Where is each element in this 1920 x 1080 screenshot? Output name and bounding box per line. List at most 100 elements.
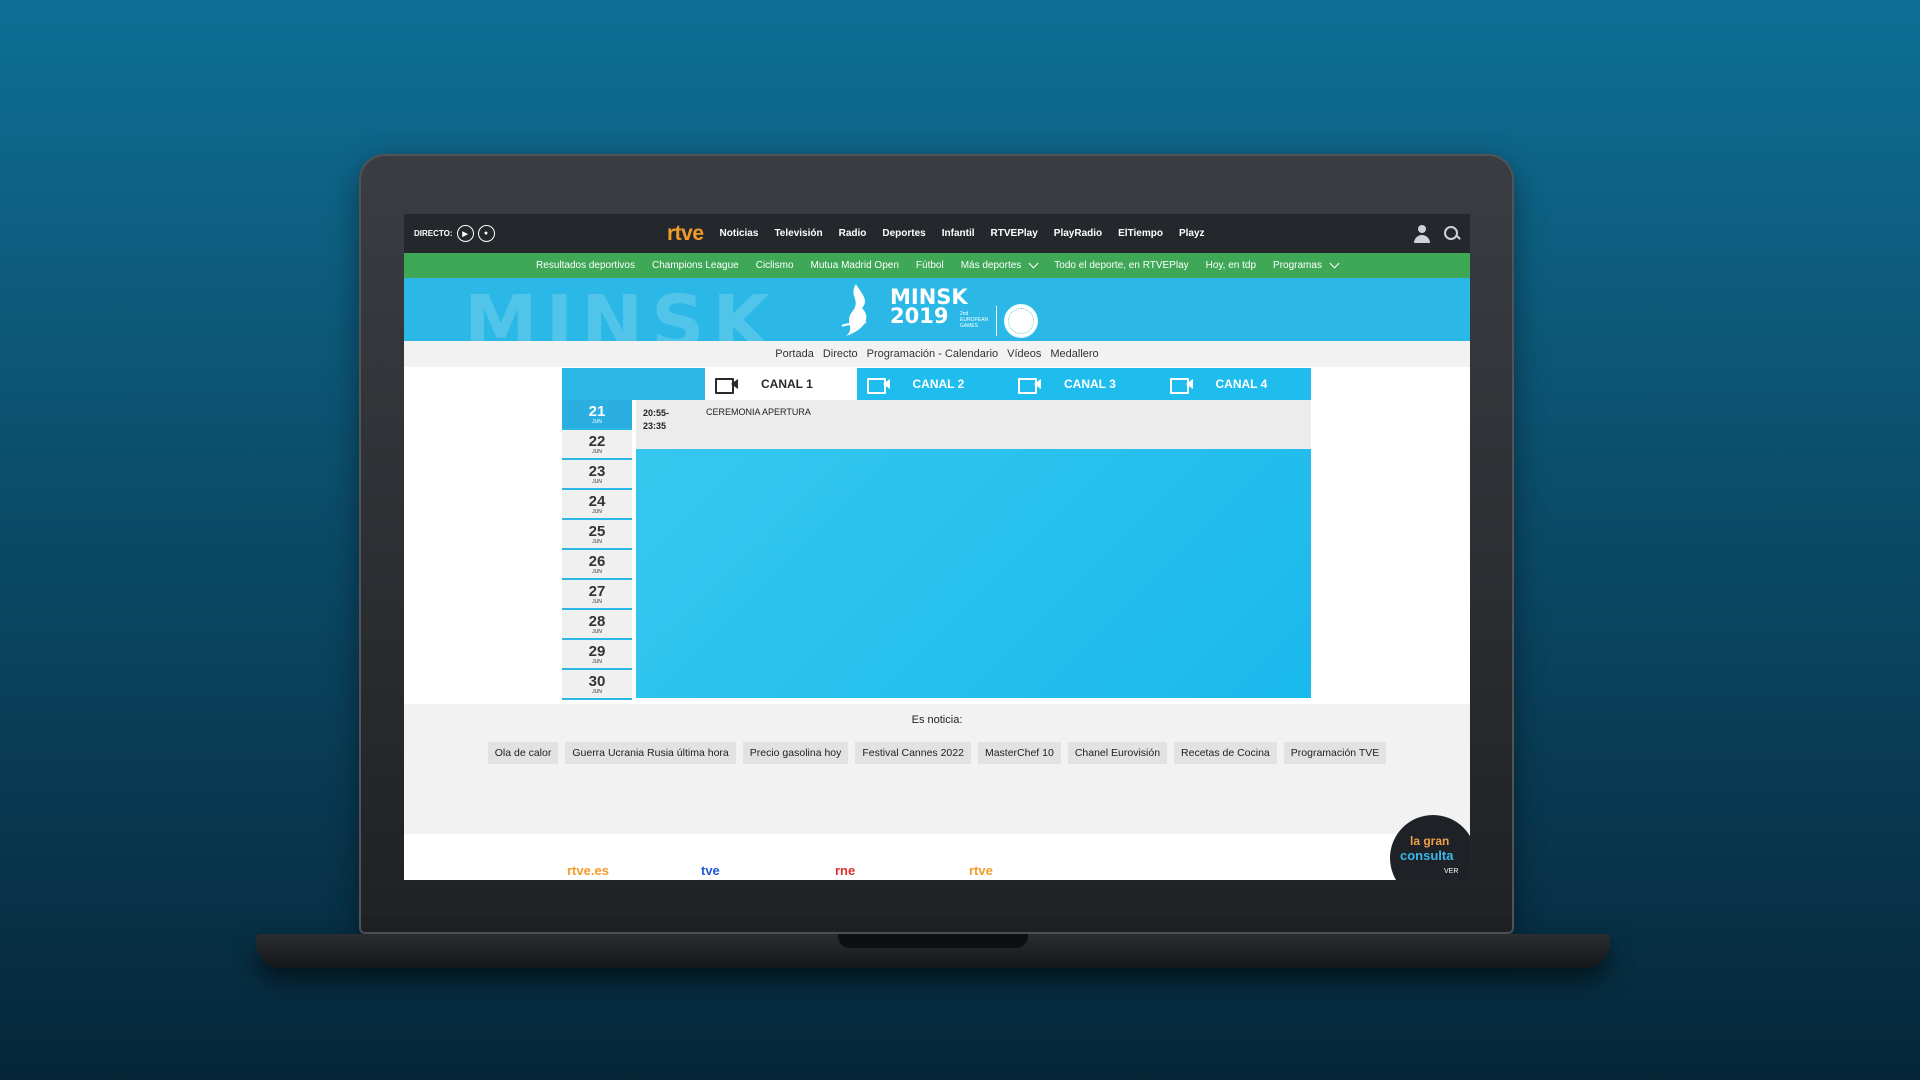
subnav-portada[interactable]: Portada [775, 348, 814, 360]
gnav-label: Hoy, en tdp [1205, 260, 1257, 271]
trending-tag[interactable]: Guerra Ucrania Rusia última hora [565, 742, 736, 764]
day-month: JUN [592, 538, 602, 545]
consulta-line1: la gran [1410, 834, 1450, 848]
footer: rtve.es tve rne rtve [404, 840, 1470, 880]
video-camera-icon [1018, 377, 1042, 394]
day-month: JUN [592, 508, 602, 515]
day-item[interactable]: 21 JUN [562, 400, 632, 430]
tab-canal-1[interactable]: CANAL 1 [705, 368, 857, 400]
time-end: 23:35 [643, 421, 667, 431]
channel-tabs: CANAL 1 CANAL 2 CANAL 3 CANAL 4 [705, 368, 1311, 400]
sub-line: GAMES [960, 323, 979, 329]
day-item[interactable]: 27 JUN [562, 580, 632, 610]
trending-tag[interactable]: Festival Cannes 2022 [855, 742, 971, 764]
subnav-medallero[interactable]: Medallero [1050, 348, 1098, 360]
day-number: 23 [588, 462, 606, 480]
trending-tag[interactable]: MasterChef 10 [977, 742, 1061, 764]
day-number: 21 [588, 402, 606, 420]
minsk-banner: MINSK MINSK 2019 2nd EUROPEAN GAMES [404, 278, 1470, 341]
footer-logo-rne[interactable]: rne [835, 863, 855, 878]
time-start: 20:55- [643, 408, 670, 418]
screen: DIRECTO: ▶ ● rtve Noticias Televisión Ra… [404, 214, 1470, 880]
sports-subnav: Resultados deportivos Champions League C… [404, 253, 1470, 278]
footer-logo-rtve[interactable]: rtve [969, 863, 993, 878]
gnav-champions[interactable]: Champions League [652, 260, 739, 271]
day-item[interactable]: 26 JUN [562, 550, 632, 580]
video-camera-icon [866, 377, 891, 394]
canal-label: CANAL 1 [761, 377, 813, 391]
day-month: JUN [592, 478, 602, 485]
day-item[interactable]: 22 JUN [562, 430, 632, 460]
chevron-down-icon [1329, 258, 1340, 269]
gnav-label: Fútbol [915, 260, 944, 271]
program-title: CEREMONIA APERTURA [706, 407, 811, 417]
day-month: JUN [592, 598, 602, 605]
volume-icon[interactable]: ● [477, 225, 495, 242]
day-item[interactable]: 25 JUN [562, 520, 632, 550]
day-item[interactable]: 24 JUN [562, 490, 632, 520]
trending-tag[interactable]: Recetas de Cocina [1174, 742, 1277, 764]
gnav-label: Más deportes [960, 260, 1022, 271]
nav-eltiempo[interactable]: ElTiempo [1118, 228, 1163, 239]
nav-playz[interactable]: Playz [1179, 228, 1205, 239]
tab-canal-3[interactable]: CANAL 3 [1008, 368, 1160, 400]
gnav-resultados[interactable]: Resultados deportivos [536, 260, 635, 271]
gnav-ciclismo[interactable]: Ciclismo [756, 260, 794, 271]
day-number: 26 [588, 552, 606, 570]
trending-tag[interactable]: Programación TVE [1283, 742, 1387, 764]
play-icon[interactable]: ▶ [456, 225, 474, 242]
trending-tag[interactable]: Precio gasolina hoy [742, 742, 849, 764]
nav-noticias[interactable]: Noticias [720, 228, 759, 239]
subnav-directo[interactable]: Directo [823, 348, 858, 360]
nav-infantil[interactable]: Infantil [942, 228, 975, 239]
gnav-hoy-tdp[interactable]: Hoy, en tdp [1206, 260, 1256, 271]
nav-radio[interactable]: Radio [839, 228, 867, 239]
day-item[interactable]: 30 JUN [562, 670, 632, 700]
trending-tag[interactable]: Ola de calor [487, 742, 559, 764]
subnav-videos[interactable]: Vídeos [1007, 348, 1041, 360]
day-item[interactable]: 28 JUN [562, 610, 632, 640]
gnav-futbol[interactable]: Fútbol [916, 260, 944, 271]
user-icon[interactable] [1414, 224, 1430, 243]
gnav-mas-deportes[interactable]: Más deportes [960, 258, 1039, 271]
day-number: 24 [588, 492, 606, 510]
day-item[interactable]: 23 JUN [562, 460, 632, 490]
gnav-mutua[interactable]: Mutua Madrid Open [811, 260, 899, 271]
flame-bird-icon [841, 284, 867, 336]
directo-label: DIRECTO: [414, 229, 453, 238]
directo-controls: DIRECTO: ▶ ● [414, 225, 495, 242]
minsk-subtitle: 2nd EUROPEAN GAMES [960, 311, 988, 329]
day-number: 27 [588, 582, 606, 600]
nav-deportes[interactable]: Deportes [882, 228, 925, 239]
video-camera-icon [1169, 377, 1194, 394]
footer-logo-tve[interactable]: tve [701, 863, 720, 878]
search-icon[interactable] [1444, 225, 1460, 242]
tab-canal-2[interactable]: CANAL 2 [857, 368, 1009, 400]
program-item[interactable]: 20:55- 23:35 CEREMONIA APERTURA [636, 400, 1311, 449]
day-item[interactable]: 29 JUN [562, 640, 632, 670]
banner-background-text: MINSK [464, 280, 778, 341]
day-number: 22 [588, 432, 606, 450]
nav-playradio[interactable]: PlayRadio [1054, 228, 1102, 239]
trending-tag[interactable]: Chanel Eurovisión [1067, 742, 1168, 764]
tab-canal-4[interactable]: CANAL 4 [1160, 368, 1312, 400]
gnav-programas[interactable]: Programas [1273, 258, 1340, 271]
gnav-label: Mutua Madrid Open [810, 260, 899, 271]
minsk-title-line2: 2019 [890, 304, 949, 328]
rtve-logo[interactable]: rtve [667, 222, 704, 246]
day-list: 21 JUN 22 JUN 23 JUN 24 JUN 25 JUN 26 JUN 27 JU… [562, 400, 632, 700]
gnav-label: Programas [1273, 260, 1322, 271]
day-number: 29 [588, 642, 606, 660]
laptop-notch [838, 934, 1028, 948]
top-navigation: DIRECTO: ▶ ● rtve Noticias Televisión Ra… [404, 214, 1470, 253]
gnav-todo-deporte[interactable]: Todo el deporte, en RTVEPlay [1054, 260, 1188, 271]
trending-tags: Ola de calor Guerra Ucrania Rusia última… [404, 742, 1470, 764]
nav-television[interactable]: Televisión [774, 228, 822, 239]
minsk-logo-text: MINSK 2019 [890, 287, 968, 328]
footer-logo-rtve-es[interactable]: rtve.es [567, 863, 609, 878]
consulta-ver: VER [1444, 868, 1459, 875]
subnav-programacion[interactable]: Programación - Calendario [867, 348, 998, 360]
program-time: 20:55- 23:35 [643, 407, 669, 433]
days-header [562, 368, 705, 400]
nav-rtveplay[interactable]: RTVEPlay [991, 228, 1038, 239]
